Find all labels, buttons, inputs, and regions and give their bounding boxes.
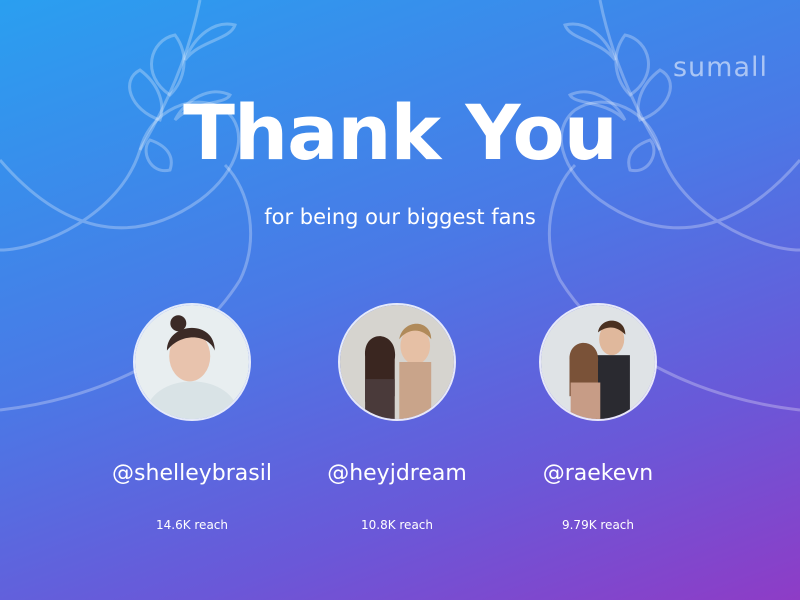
avatar [539,303,657,421]
page-subtitle: for being our biggest fans [264,205,536,229]
brand-logo: sumall [672,52,768,83]
fan-reach: 9.79K reach [561,518,634,532]
page-title: Thank You [183,88,618,177]
fan-reach: 14.6K reach [155,518,228,532]
avatar [133,303,251,421]
fan-handle: @raekevn [542,461,654,486]
fan-card: @heyjdream 10.8K reach [287,303,507,532]
fan-card: @raekevn 9.79K reach [488,303,708,532]
avatar [338,303,456,421]
fan-card: @shelleybrasil 14.6K reach [82,303,302,532]
fan-handle: @heyjdream [327,461,467,486]
fan-reach: 10.8K reach [360,518,433,532]
fan-handle: @shelleybrasil [112,461,272,486]
